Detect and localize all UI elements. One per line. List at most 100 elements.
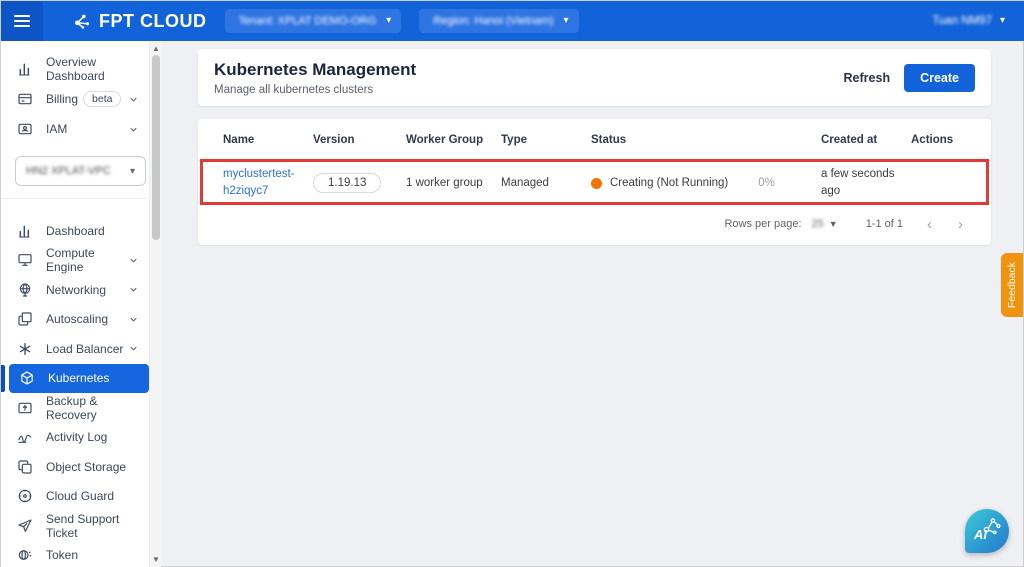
beta-badge: beta	[83, 91, 122, 107]
table-header-row: Name Version Worker Group Type Status Cr…	[198, 119, 991, 161]
storage-icon	[16, 458, 33, 475]
page-header-card: Kubernetes Management Manage all kuberne…	[198, 49, 991, 106]
create-button[interactable]: Create	[904, 63, 975, 92]
sidebar-item-label: Token	[46, 548, 79, 563]
top-bar: FPT CLOUD Tenant: XPLAT DEMO-ORG ▾ Regio…	[1, 1, 1024, 41]
sidebar-item-iam[interactable]: IAM	[1, 114, 149, 144]
status-text: Creating (Not Running)	[610, 177, 729, 189]
chevron-down-icon	[128, 94, 139, 105]
hamburger-icon	[14, 15, 30, 27]
cluster-name-link[interactable]: myclustertest- h2ziqyc7	[223, 166, 313, 199]
sidebar-item-compute-engine[interactable]: Compute Engine	[1, 246, 149, 276]
sidebar-item-kubernetes[interactable]: Kubernetes	[1, 363, 149, 393]
sidebar-item-label: Networking	[46, 282, 107, 297]
page-subtitle: Manage all kubernetes clusters	[214, 84, 374, 97]
token-icon	[16, 547, 33, 564]
sidebar-item-cloud-guard[interactable]: Cloud Guard	[1, 482, 149, 512]
shield-icon	[16, 488, 33, 505]
caret-down-icon: ▾	[999, 15, 1005, 26]
sidebar-item-autoscaling[interactable]: Autoscaling	[1, 305, 149, 335]
sidebar-item-networking[interactable]: Networking	[1, 275, 149, 305]
pagination-bar: Rows per page: 25 ▼ 1-1 of 1 ‹ ›	[198, 205, 991, 243]
sidebar-item-label: Billing	[46, 92, 79, 106]
bar-chart-icon	[16, 222, 33, 239]
version-badge: 1.19.13	[313, 173, 382, 193]
column-header-version: Version	[313, 133, 355, 146]
column-header-actions: Actions	[911, 133, 954, 146]
column-header-type: Type	[501, 133, 527, 146]
backup-icon	[16, 399, 33, 416]
caret-down-icon: ▾	[386, 15, 392, 26]
caret-down-icon: ▼	[828, 219, 838, 229]
scroll-down-icon[interactable]: ▼	[150, 554, 162, 566]
sidebar-item-dashboard[interactable]: Dashboard	[1, 216, 149, 246]
molecule-logo-icon	[75, 14, 90, 29]
column-header-status: Status	[591, 133, 627, 146]
rows-per-page-value: 25	[811, 218, 824, 230]
vpc-selector-value: HN2 XPLAT-VPC	[26, 165, 111, 177]
ai-label: AI	[974, 527, 987, 542]
created-at-cell: a few seconds ago	[821, 167, 895, 197]
sidebar-item-label: Dashboard	[46, 223, 105, 238]
sidebar-scrollbar[interactable]: ▲ ▼	[149, 41, 161, 567]
chevron-down-icon	[128, 255, 139, 266]
sidebar-item-label: Overview Dashboard	[46, 55, 105, 83]
feedback-tab[interactable]: Feedback	[1001, 253, 1023, 317]
billing-icon	[16, 91, 33, 108]
previous-page-button[interactable]: ‹	[927, 217, 932, 232]
sidebar-item-load-balancer[interactable]: Load Balancer	[1, 334, 149, 364]
clusters-table-card: Name Version Worker Group Type Status Cr…	[198, 119, 991, 245]
chevron-down-icon	[128, 314, 139, 325]
brand-name: FPT CLOUD	[99, 10, 207, 31]
main-content: Kubernetes Management Manage all kuberne…	[161, 41, 1023, 566]
type-cell: Managed	[501, 177, 549, 189]
activity-icon	[16, 429, 33, 446]
scrollbar-thumb[interactable]	[152, 55, 160, 240]
chevron-down-icon	[128, 124, 139, 135]
bar-chart-icon	[16, 61, 33, 78]
sidebar-item-label: IAM	[46, 122, 68, 136]
sidebar-item-label: Object Storage	[46, 459, 127, 474]
user-menu[interactable]: Tuan NM97 ▾	[932, 15, 1005, 27]
scroll-up-icon[interactable]: ▲	[150, 43, 162, 55]
sidebar-main-menu: Dashboard Compute Engine Networking Auto…	[1, 203, 161, 567]
column-header-created-at: Created at	[821, 133, 878, 146]
status-percent: 0%	[758, 177, 775, 189]
tenant-label: Tenant: XPLAT DEMO-ORG	[238, 15, 377, 27]
tenant-selector[interactable]: Tenant: XPLAT DEMO-ORG ▾	[224, 9, 402, 33]
sidebar-item-label: Cloud Guard	[46, 489, 115, 504]
layers-icon	[16, 311, 33, 328]
sidebar-item-send-support-ticket[interactable]: Send Support Ticket	[1, 511, 149, 541]
monitor-icon	[16, 252, 33, 269]
rows-per-page-label: Rows per page:	[724, 218, 802, 230]
load-balancer-icon	[16, 340, 33, 357]
sidebar-item-billing[interactable]: Billing beta	[1, 84, 149, 114]
next-page-button[interactable]: ›	[958, 217, 963, 232]
kubernetes-icon	[18, 370, 35, 387]
page-title: Kubernetes Management	[214, 59, 417, 79]
brand-logo: FPT CLOUD	[71, 10, 207, 32]
table-row[interactable]: myclustertest- h2ziqyc7 1.19.13 1 worker…	[198, 161, 991, 205]
chevron-down-icon	[128, 284, 139, 295]
status-cell: Creating (Not Running) 0%	[591, 177, 821, 189]
rows-per-page-select[interactable]: 25 ▼	[812, 218, 838, 230]
sidebar-item-object-storage[interactable]: Object Storage	[1, 452, 149, 482]
region-label: Region: Hanoi (Vietnam)	[433, 15, 554, 27]
sidebar-item-activity-log[interactable]: Activity Log	[1, 423, 149, 453]
refresh-button[interactable]: Refresh	[844, 71, 891, 85]
feedback-label: Feedback	[1006, 261, 1018, 309]
region-selector[interactable]: Region: Hanoi (Vietnam) ▾	[419, 9, 579, 33]
vpc-selector[interactable]: HN2 XPLAT-VPC ▾	[15, 156, 146, 186]
sidebar-item-token[interactable]: Token	[1, 541, 149, 567]
sidebar-top-menu: Overview Dashboard Billing beta IAM	[1, 41, 161, 144]
sidebar-item-overview-dashboard[interactable]: Overview Dashboard	[1, 54, 149, 84]
sidebar-item-label: Backup & Recovery	[46, 393, 98, 422]
sidebar-item-backup-recovery[interactable]: Backup & Recovery	[1, 393, 149, 423]
caret-down-icon: ▾	[129, 165, 135, 177]
hamburger-menu-button[interactable]	[1, 1, 43, 41]
worker-group-cell: 1 worker group	[406, 177, 483, 189]
globe-icon	[16, 281, 33, 298]
sidebar-item-label: Activity Log	[46, 430, 108, 445]
chevron-down-icon	[128, 343, 139, 354]
ai-assistant-button[interactable]: AI	[965, 509, 1009, 553]
